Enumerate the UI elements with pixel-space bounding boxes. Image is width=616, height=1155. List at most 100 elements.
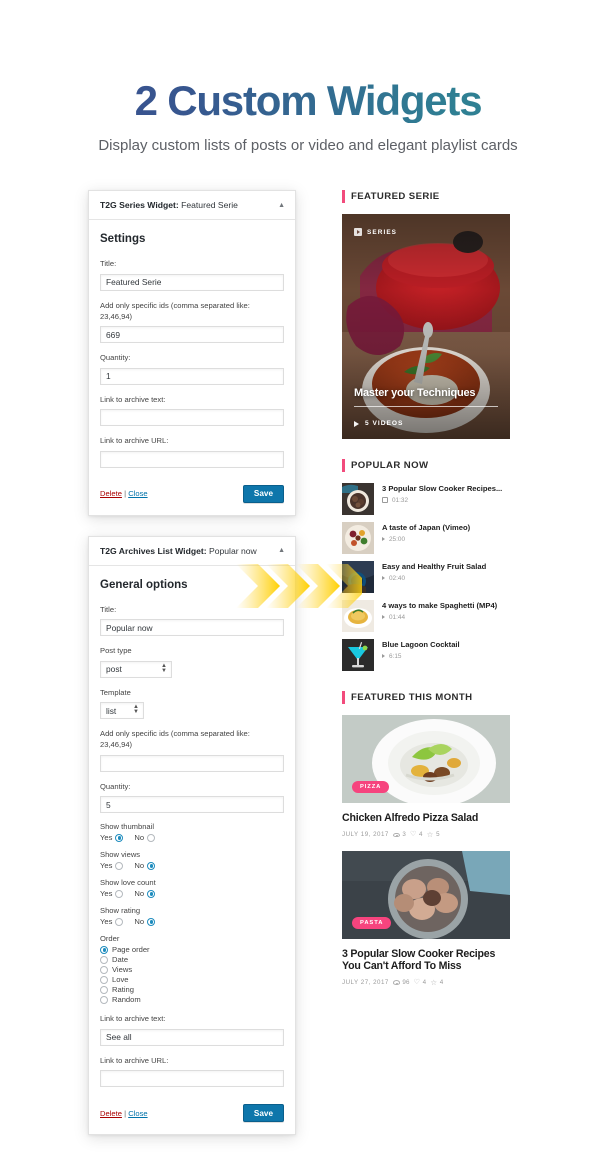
- list-item-text: Blue Lagoon Cocktail 6:15: [382, 639, 460, 660]
- featured-post[interactable]: PIZZA Chicken Alfredo Pizza Salad JULY 1…: [342, 715, 510, 838]
- widget-header-archives[interactable]: T2G Archives List Widget: Popular now ▲: [89, 536, 295, 566]
- field-quantity-label: Quantity:: [100, 353, 131, 363]
- radio-dot[interactable]: [100, 945, 108, 954]
- archive-url-input[interactable]: [100, 450, 284, 468]
- field-post-type: Post type post ▲ ▼: [100, 645, 284, 678]
- list-item-duration: 02:40: [382, 575, 486, 582]
- post-type-select-wrap[interactable]: post ▲ ▼: [100, 659, 172, 678]
- loves-meta: ♡ 4: [414, 979, 427, 986]
- ids-input[interactable]: [100, 754, 284, 772]
- template-select-wrap[interactable]: list ▲ ▼: [100, 701, 144, 720]
- archive-url-input[interactable]: [100, 1070, 284, 1088]
- list-item-thumbnail: [342, 522, 374, 555]
- featured-post-title[interactable]: Chicken Alfredo Pizza Salad: [342, 812, 510, 825]
- list-item[interactable]: Blue Lagoon Cocktail 6:15: [342, 639, 510, 672]
- order-option-page-order[interactable]: Page order: [100, 945, 284, 954]
- radio-yes[interactable]: Yes: [100, 917, 124, 926]
- delete-link[interactable]: Delete: [100, 489, 122, 498]
- link-separator: |: [124, 1108, 127, 1118]
- post-type-select[interactable]: post: [100, 660, 172, 678]
- general-options-heading: General options: [100, 578, 188, 591]
- radio-no-label: No: [134, 917, 145, 927]
- radio-yes-dot[interactable]: [115, 833, 124, 842]
- field-archive-url: Link to archive URL:: [100, 435, 284, 468]
- field-archive-url-label: Link to archive URL:: [100, 436, 169, 446]
- save-button[interactable]: Save: [242, 484, 284, 503]
- radio-dot[interactable]: [100, 985, 108, 994]
- radio-yes-dot[interactable]: [115, 861, 124, 870]
- chevron-up-icon[interactable]: ▲: [272, 202, 285, 209]
- radio-yes[interactable]: Yes: [100, 833, 124, 842]
- widget-footer-links: Delete | Close: [100, 1109, 148, 1118]
- radio-dot[interactable]: [100, 975, 108, 984]
- field-ids: Add only specific ids (comma separated l…: [100, 728, 284, 772]
- list-item[interactable]: A taste of Japan (Vimeo) 25:00: [342, 522, 510, 555]
- order-option-date[interactable]: Date: [100, 955, 284, 964]
- chevron-up-icon[interactable]: ▲: [272, 547, 285, 554]
- widget-header-series[interactable]: T2G Series Widget: Featured Serie ▲: [89, 191, 295, 221]
- radio-no-dot[interactable]: [147, 833, 156, 842]
- category-tag[interactable]: PIZZA: [352, 781, 390, 794]
- list-item-duration: 25:00: [382, 536, 470, 543]
- radio-dot[interactable]: [100, 995, 108, 1004]
- widget-header-text: T2G Archives List Widget: Popular now: [100, 546, 257, 556]
- template-select[interactable]: list: [100, 702, 144, 720]
- list-item[interactable]: 3 Popular Slow Cooker Recipes... 01:32: [342, 483, 510, 516]
- featured-post[interactable]: PASTA 3 Popular Slow Cooker Recipes You …: [342, 850, 510, 987]
- post-date: JULY 27, 2017: [342, 979, 389, 987]
- radio-yes-dot[interactable]: [115, 889, 124, 898]
- featured-post-image: PASTA: [342, 850, 510, 939]
- order-option-rating[interactable]: Rating: [100, 985, 284, 994]
- thumb-slow-cooker: [342, 483, 374, 516]
- widget-header-prefix: T2G Series Widget:: [100, 200, 179, 211]
- radio-no[interactable]: No: [134, 917, 156, 927]
- archive-text-input[interactable]: [100, 1028, 284, 1046]
- radio-yes[interactable]: Yes: [100, 861, 124, 871]
- quantity-input[interactable]: [100, 367, 284, 385]
- film-icon: [382, 497, 388, 504]
- delete-link[interactable]: Delete: [100, 1109, 122, 1118]
- featured-post-meta: JULY 19, 2017 3 ♡ 4 ☆ 5: [342, 831, 510, 839]
- field-title: Title:: [100, 258, 284, 291]
- radio-no-dot[interactable]: [147, 861, 156, 870]
- widget-footer-archives: Delete | Close Save: [100, 1096, 284, 1123]
- save-button[interactable]: Save: [242, 1104, 284, 1123]
- radio-no[interactable]: No: [134, 861, 156, 870]
- close-link[interactable]: Close: [128, 489, 147, 498]
- title-input[interactable]: [100, 619, 284, 637]
- quantity-input[interactable]: [100, 796, 284, 814]
- section-heading-text: FEATURED THIS MONTH: [351, 692, 473, 704]
- radio-no[interactable]: No: [134, 833, 156, 842]
- radio-no-dot[interactable]: [147, 917, 156, 926]
- archive-text-input[interactable]: [100, 409, 284, 427]
- play-icon: [382, 615, 385, 620]
- radio-dot[interactable]: [100, 955, 108, 964]
- ids-input[interactable]: [100, 326, 284, 344]
- divider: [354, 406, 498, 408]
- order-option-love[interactable]: Love: [100, 975, 284, 984]
- widget-body-archives: General options Title: Post type post ▲▼: [89, 566, 295, 1135]
- order-option-random[interactable]: Random: [100, 995, 284, 1004]
- list-item-thumbnail: [342, 561, 374, 594]
- title-input[interactable]: [100, 273, 284, 291]
- radio-dot[interactable]: [100, 965, 108, 974]
- close-link[interactable]: Close: [128, 1109, 147, 1118]
- list-item-title: A taste of Japan (Vimeo): [382, 523, 471, 533]
- field-title-label: Title:: [100, 259, 117, 269]
- radio-no-dot[interactable]: [147, 889, 156, 898]
- radio-yes[interactable]: Yes: [100, 889, 124, 898]
- featured-serie-card[interactable]: SERIES Master your Techniques 5 VIDEOS: [342, 214, 510, 440]
- radio-yes-label: Yes: [100, 861, 113, 871]
- heart-icon: ♡: [413, 979, 421, 987]
- widget-header-text: T2G Series Widget: Featured Serie: [100, 200, 238, 210]
- widget-body-series: Settings Title: Add only specific ids (c…: [89, 220, 295, 515]
- widget-admin-column: T2G Series Widget: Featured Serie ▲ Sett…: [88, 190, 296, 1155]
- list-item[interactable]: Easy and Healthy Fruit Salad 02:40: [342, 561, 510, 594]
- category-tag[interactable]: PASTA: [352, 916, 392, 929]
- featured-post-title[interactable]: 3 Popular Slow Cooker Recipes You Can't …: [342, 948, 510, 973]
- radio-yes-dot[interactable]: [115, 917, 124, 926]
- radio-no[interactable]: No: [134, 889, 156, 898]
- order-option-views[interactable]: Views: [100, 965, 284, 974]
- list-item[interactable]: 4 ways to make Spaghetti (MP4) 01:44: [342, 600, 510, 633]
- toggle-label: Show love count: [100, 878, 156, 888]
